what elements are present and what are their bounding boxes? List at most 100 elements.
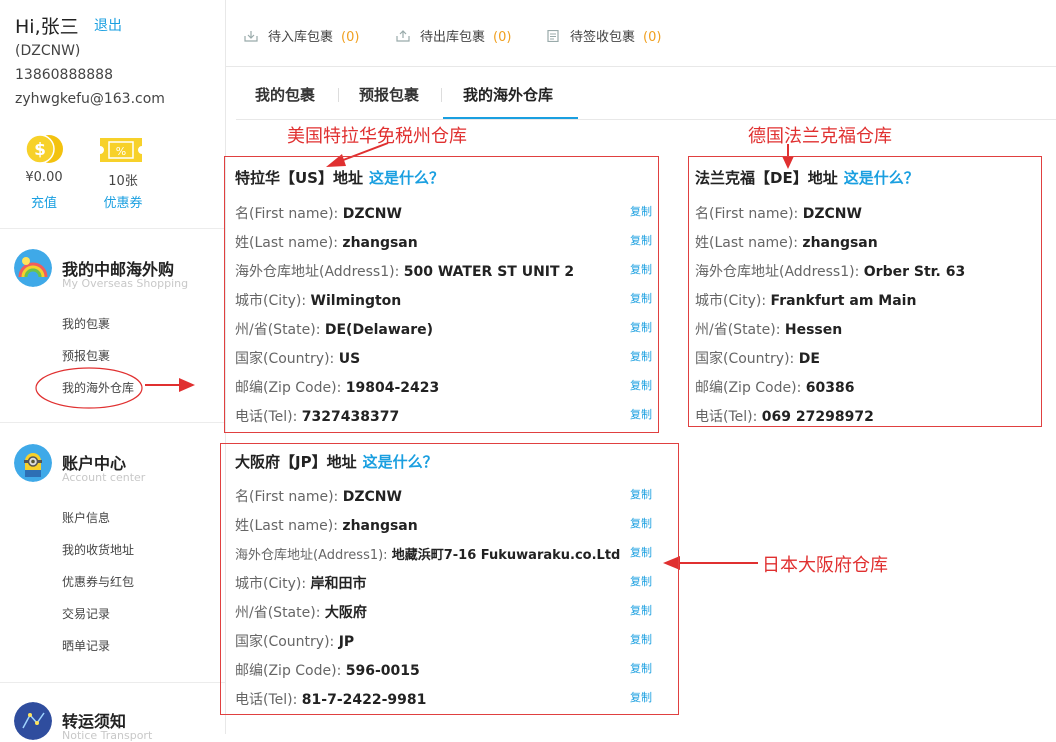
constellation-icon	[14, 702, 52, 740]
field-value: 81-7-2422-9981	[301, 692, 427, 708]
field-label: 城市(City):	[235, 576, 307, 592]
warehouse-title: 特拉华【US】地址 这是什么？	[235, 167, 444, 188]
arrow-icon	[145, 378, 195, 392]
field-label: 电话(Tel):	[235, 409, 298, 425]
field-last-name: 姓(Last name): zhangsan	[695, 232, 878, 252]
copy-button[interactable]: 复制	[630, 486, 652, 502]
field-value: DE(Delaware)	[324, 322, 433, 338]
svg-text:$: $	[34, 140, 46, 160]
nav-transactions[interactable]: 交易记录	[62, 605, 110, 622]
copy-button[interactable]: 复制	[630, 232, 652, 248]
field-value: 岸和田市	[310, 576, 367, 592]
tab-my-packages[interactable]: 我的包裹	[255, 84, 315, 105]
field-tel: 电话(Tel): 81-7-2422-9981	[235, 689, 426, 709]
field-zip: 邮编(Zip Code): 19804-2423	[235, 377, 439, 397]
copy-button[interactable]: 复制	[630, 203, 652, 219]
user-code: (DZCNW)	[15, 43, 81, 59]
divider	[0, 228, 225, 229]
field-label: 国家(Country):	[695, 351, 795, 367]
field-label: 名(First name):	[235, 489, 339, 505]
user-email: zyhwgkefu@163.com	[15, 91, 165, 107]
nav-my-packages[interactable]: 我的包裹	[62, 315, 110, 332]
warehouse-de: 法兰克福【DE】地址 这是什么？ 名(First name): DZCNW 姓(L…	[688, 156, 1042, 427]
coupon-count: 10张	[108, 174, 138, 189]
field-country: 国家(Country): JP	[235, 631, 354, 651]
recharge-link[interactable]: 充值	[14, 192, 74, 211]
field-label: 姓(Last name):	[695, 235, 798, 251]
status-count: (0)	[341, 30, 360, 45]
warehouse-title: 大阪府【JP】地址 这是什么？	[235, 451, 438, 472]
field-label: 州/省(State):	[695, 322, 781, 338]
user-greeting: Hi,张三	[15, 16, 79, 38]
nav-order-shares[interactable]: 晒单记录	[62, 637, 110, 654]
copy-button[interactable]: 复制	[630, 602, 652, 618]
warehouse-title-text: 法兰克福【DE】地址	[695, 169, 838, 187]
copy-button[interactable]: 复制	[630, 573, 652, 589]
nav-account-info[interactable]: 账户信息	[62, 509, 110, 526]
field-value: 500 WATER ST UNIT 2	[403, 264, 575, 280]
outbox-icon	[396, 30, 410, 42]
what-is-this-link[interactable]: 这是什么？	[369, 169, 444, 187]
tab-separator	[338, 88, 339, 102]
field-value: 大阪府	[324, 605, 367, 621]
status-count: (0)	[493, 30, 512, 45]
what-is-this-link[interactable]: 这是什么？	[363, 453, 438, 471]
field-label: 名(First name):	[695, 206, 799, 222]
field-label: 海外仓库地址(Address1):	[235, 548, 388, 563]
coupon-link[interactable]: 优惠券	[93, 192, 153, 211]
tab-overseas-warehouse[interactable]: 我的海外仓库	[463, 84, 553, 105]
copy-button[interactable]: 复制	[630, 689, 652, 705]
section-subtitle-overseas: My Overseas Shopping	[62, 277, 189, 290]
copy-button[interactable]: 复制	[630, 660, 652, 676]
field-state: 州/省(State): Hessen	[695, 319, 842, 339]
copy-button[interactable]: 复制	[630, 377, 652, 393]
copy-button[interactable]: 复制	[630, 631, 652, 647]
warehouse-title: 法兰克福【DE】地址 这是什么？	[695, 167, 919, 188]
field-first-name: 名(First name): DZCNW	[235, 486, 402, 506]
nav-coupons-redpackets[interactable]: 优惠券与红包	[62, 573, 134, 590]
copy-button[interactable]: 复制	[630, 290, 652, 306]
field-country: 国家(Country): US	[235, 348, 360, 368]
nav-forecast-packages[interactable]: 预报包裹	[62, 347, 110, 364]
user-phone: 13860888888	[15, 67, 113, 83]
field-state: 州/省(State): DE(Delaware)	[235, 319, 433, 339]
field-label: 海外仓库地址(Address1):	[235, 264, 400, 280]
field-label: 邮编(Zip Code):	[695, 380, 802, 396]
copy-button[interactable]: 复制	[630, 348, 652, 364]
field-label: 州/省(State):	[235, 605, 321, 621]
field-country: 国家(Country): DE	[695, 348, 820, 368]
field-label: 国家(Country):	[235, 351, 335, 367]
status-pending-inbound[interactable]: 待入库包裹 (0)	[244, 26, 359, 45]
what-is-this-link[interactable]: 这是什么？	[844, 169, 919, 187]
balance-value: ¥0.00	[25, 170, 63, 185]
divider	[226, 66, 1056, 67]
tab-separator	[441, 88, 442, 102]
copy-button[interactable]: 复制	[630, 406, 652, 422]
rainbow-icon	[14, 249, 52, 287]
status-label: 待出库包裹	[420, 30, 486, 45]
logout-link[interactable]: 退出	[94, 15, 122, 35]
warehouse-title-text: 特拉华【US】地址	[235, 169, 363, 187]
field-last-name: 姓(Last name): zhangsan	[235, 232, 418, 252]
field-city: 城市(City): 岸和田市	[235, 573, 367, 593]
copy-button[interactable]: 复制	[630, 515, 652, 531]
nav-shipping-address[interactable]: 我的收货地址	[62, 541, 134, 558]
field-label: 城市(City):	[695, 293, 767, 309]
annotation-de: 德国法兰克福仓库	[748, 126, 892, 147]
copy-button[interactable]: 复制	[630, 261, 652, 277]
tab-forecast-packages[interactable]: 预报包裹	[359, 84, 419, 105]
field-first-name: 名(First name): DZCNW	[235, 203, 402, 223]
field-label: 电话(Tel):	[695, 409, 758, 425]
field-value: 地藏浜町7-16 Fukuwaraku.co.Ltd	[391, 548, 621, 563]
status-pending-signoff[interactable]: 待签收包裹 (0)	[546, 26, 661, 45]
field-value: Wilmington	[310, 293, 402, 309]
field-value: zhangsan	[342, 235, 418, 251]
copy-button[interactable]: 复制	[630, 319, 652, 335]
status-pending-outbound[interactable]: 待出库包裹 (0)	[396, 26, 511, 45]
coin-icon: $	[25, 134, 63, 164]
field-value: 7327438377	[301, 409, 400, 425]
field-value: Orber Str. 63	[863, 264, 966, 280]
copy-button[interactable]: 复制	[630, 544, 652, 560]
field-value: DE	[798, 351, 820, 367]
field-city: 城市(City): Wilmington	[235, 290, 401, 310]
